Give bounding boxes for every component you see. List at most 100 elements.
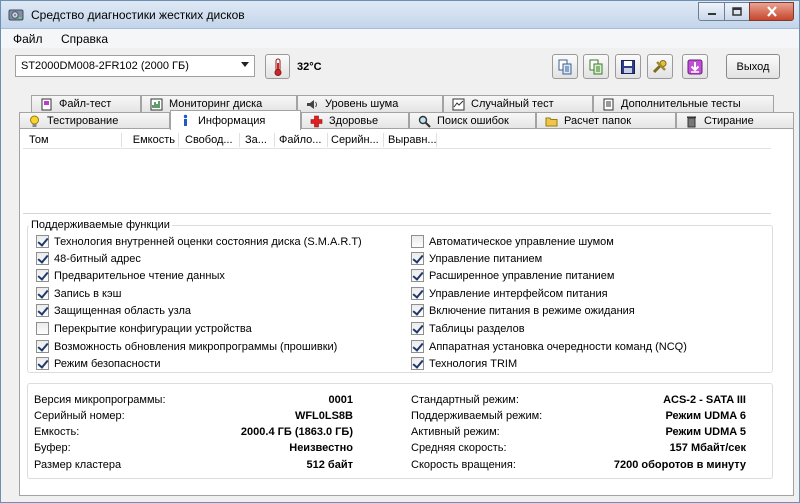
tab-random-test[interactable]: Случайный тест [443,95,593,112]
tab-health[interactable]: Здоровье [301,112,409,129]
feature-interface-power[interactable]: Управление интерфейсом питания [411,287,608,300]
column-capacity[interactable]: Емкость [127,134,175,146]
info-label-rotation-speed: Скорость вращения: [411,459,516,471]
feature-security-mode[interactable]: Режим безопасности [36,357,161,370]
close-icon [766,6,777,17]
tab-information[interactable]: Информация [170,110,301,130]
chart-icon [452,98,465,110]
feature-ncq[interactable]: Аппаратная установка очередности команд … [411,340,687,353]
checkbox[interactable] [36,357,49,370]
info-label-cluster-size: Размер кластера [34,459,122,471]
tab-file-test[interactable]: Файл-тест [31,95,141,112]
column-serial[interactable]: Серийн... [331,134,383,146]
feature-smart[interactable]: Технология внутренней оценки состояния д… [36,235,362,248]
column-occupied[interactable]: За... [245,134,273,146]
feature-label: Аппаратная установка очередности команд … [429,340,687,353]
supported-features-title: Поддерживаемые функции [29,219,172,231]
checkbox[interactable] [411,287,424,300]
hard-disk-app-icon [8,9,24,21]
drive-select-value: ST2000DM008-2FR102 (2000 ГБ) [21,60,189,72]
feature-label: 48-битный адрес [54,252,141,265]
info-label-average-speed: Средняя скорость: [411,442,507,454]
volumes-table-body[interactable] [23,149,771,214]
checkbox[interactable] [36,252,49,265]
checkbox[interactable] [36,340,49,353]
minimize-button[interactable] [698,2,725,21]
feature-power-management[interactable]: Управление питанием [411,252,542,265]
feature-48bit[interactable]: 48-битный адрес [36,252,141,265]
tools-icon [652,59,667,73]
feature-label: Технология TRIM [429,357,518,370]
column-divider [178,133,179,147]
checkbox[interactable] [411,304,424,317]
title-bar[interactable]: Средство диагностики жестких дисков [1,1,799,29]
checkbox[interactable] [36,287,49,300]
exit-button[interactable]: Выход [726,54,780,79]
drive-select[interactable]: ST2000DM008-2FR102 (2000 ГБ) [15,55,255,77]
copy-button[interactable] [552,54,578,79]
download-button[interactable] [682,54,708,79]
checkbox[interactable] [36,322,49,335]
column-free[interactable]: Свобод... [185,134,237,146]
feature-host-protected-area[interactable]: Защищенная область узла [36,304,191,317]
temperature-button[interactable] [265,54,290,79]
file-icon [41,98,52,110]
tab-folder-calculation[interactable]: Расчет папок [536,112,676,129]
feature-trim[interactable]: Технология TRIM [411,357,517,370]
tab-testing[interactable]: Тестирование [19,112,170,129]
tab-health-label: Здоровье [329,115,379,127]
feature-config-overlay[interactable]: Перекрытие конфигурации устройства [36,322,252,335]
menu-bar: Файл Справка [1,29,799,48]
feature-label: Управление интерфейсом питания [429,287,608,300]
menu-file[interactable]: Файл [13,32,43,46]
feature-acoustic-management[interactable]: Автоматическое управление шумом [411,235,614,248]
column-filesystem[interactable]: Файло... [279,134,327,146]
checkbox[interactable] [36,269,49,282]
feature-power-up-standby[interactable]: Включение питания в режиме ожидания [411,304,635,317]
feature-advanced-power[interactable]: Расширенное управление питанием [411,269,614,282]
checkbox[interactable] [411,269,424,282]
monitor-icon [150,98,163,110]
checkbox[interactable] [411,322,424,335]
tab-error-search[interactable]: Поиск ошибок [409,112,536,129]
maximize-button[interactable] [724,2,750,21]
thermometer-icon [274,58,281,76]
save-button[interactable] [615,54,641,79]
checkbox[interactable] [36,304,49,317]
feature-write-cache[interactable]: Запись в кэш [36,287,121,300]
checkbox[interactable] [411,252,424,265]
tab-erase[interactable]: Стирание [676,112,794,129]
info-label-supported-mode: Поддерживаемый режим: [411,410,543,422]
bulb-icon [30,115,39,127]
checkbox[interactable] [411,340,424,353]
copy-report-button[interactable] [583,54,609,79]
save-icon [621,59,635,74]
column-divider [383,133,384,147]
column-alignment[interactable]: Выравн... [388,134,436,146]
tab-additional-tests[interactable]: Дополнительные тесты [593,95,774,112]
column-volume[interactable]: Том [29,134,119,146]
checkbox[interactable] [411,235,424,248]
close-button[interactable] [749,2,794,21]
feature-label: Предварительное чтение данных [54,269,225,282]
menu-help[interactable]: Справка [61,32,108,46]
feature-read-ahead[interactable]: Предварительное чтение данных [36,269,225,282]
temperature-value: 32°C [297,61,322,73]
info-label-firmware: Версия микропрограммы: [34,394,166,406]
feature-firmware-update[interactable]: Возможность обновления микропрограммы (п… [36,340,337,353]
window-title: Средство диагностики жестких дисков [31,8,245,22]
info-value-buffer: Неизвестно [289,442,353,454]
info-label-standard-mode: Стандартный режим: [411,394,519,406]
info-value-standard-mode: ACS-2 - SATA III [663,394,746,406]
tab-noise-level[interactable]: Уровень шума [297,95,443,112]
tab-folder-calculation-label: Расчет папок [564,115,632,127]
tools-button[interactable] [647,54,673,79]
checkbox[interactable] [411,357,424,370]
maximize-icon [732,6,742,16]
feature-partition-tables[interactable]: Таблицы разделов [411,322,525,335]
tab-testing-label: Тестирование [47,115,119,127]
copy-icon [558,59,572,74]
checkbox[interactable] [36,235,49,248]
feature-label: Режим безопасности [54,357,161,370]
info-value-serial: WFL0LS8B [294,410,353,422]
